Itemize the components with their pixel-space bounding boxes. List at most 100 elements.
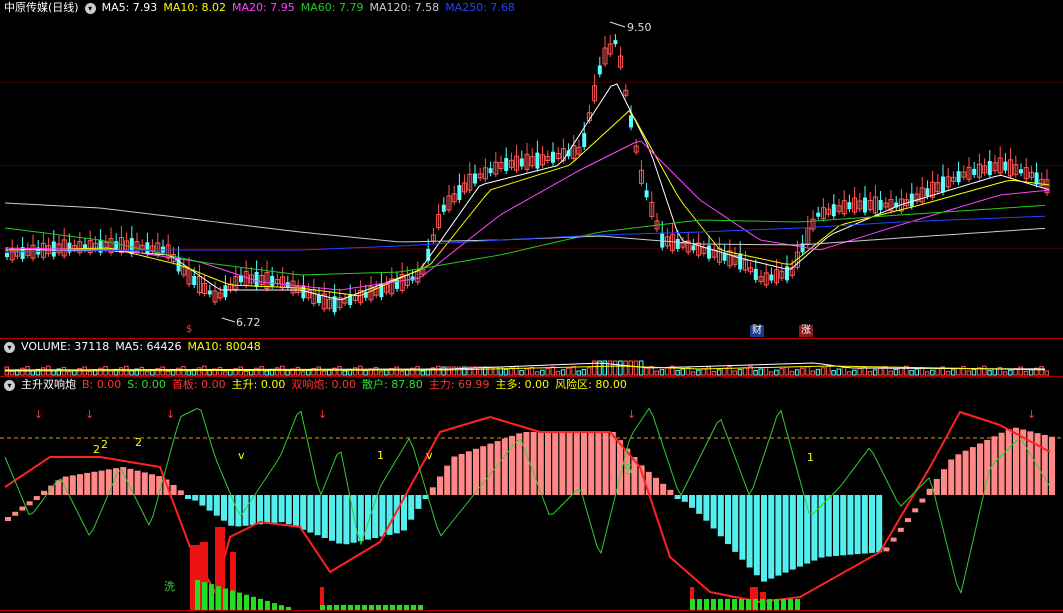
volume-bar <box>961 366 966 376</box>
histogram-bar <box>5 517 11 521</box>
retail-bar <box>725 599 730 610</box>
retail-bar <box>223 588 228 610</box>
volume-bar <box>701 368 706 376</box>
volume-bar <box>982 365 987 376</box>
histogram-bar <box>26 501 33 506</box>
volume-bar <box>893 368 899 376</box>
volume-bar <box>690 371 696 376</box>
retail-bar <box>216 586 221 610</box>
volume-chart[interactable] <box>0 339 1063 376</box>
histogram-bar <box>761 495 767 582</box>
volume-bar <box>836 368 841 376</box>
price-panel[interactable]: 中原传媒(日线) ▾ MA5: 7.93 MA10: 8.02 MA20: 7.95 MA… <box>0 0 1063 338</box>
candle-body <box>644 190 649 198</box>
retail-bar <box>739 599 744 610</box>
candle-body <box>473 173 477 184</box>
volume-bar <box>144 371 150 376</box>
volume-bar <box>789 370 795 376</box>
candle-body <box>660 232 665 248</box>
volume-bar <box>987 370 992 376</box>
volume-bar <box>514 365 519 376</box>
retail-bar <box>767 599 772 610</box>
volume-bar <box>581 368 587 376</box>
retail-bar <box>781 599 786 610</box>
histogram-bar <box>523 432 530 495</box>
candle-body <box>863 197 867 213</box>
candlestick-chart[interactable] <box>0 0 1063 338</box>
histogram-bar <box>869 495 875 553</box>
volume-bar <box>316 366 321 376</box>
volume-bar <box>654 370 659 376</box>
histogram-bar <box>415 495 422 509</box>
volume-bar <box>394 366 399 376</box>
candle-body <box>504 157 509 171</box>
volume-bar <box>555 370 561 376</box>
histogram-bar <box>926 488 933 495</box>
volume-panel[interactable]: ▾ VOLUME: 37118 MA5: 64426 MA10: 80048 <box>0 339 1063 376</box>
volume-bar <box>576 370 581 376</box>
volume-bar <box>1023 370 1029 376</box>
indicator-panel[interactable]: ▾ 主升双响炮 B: 0.00 S: 0.00 首板: 0.00 主升: 0.00 双响炮:… <box>0 377 1063 613</box>
histogram-bar <box>883 547 890 552</box>
candle-body <box>629 115 633 128</box>
volume-bar <box>524 368 529 376</box>
signal-tag-s[interactable]: $ <box>184 324 194 336</box>
histogram-bar <box>249 495 256 526</box>
histogram-bar <box>235 495 242 527</box>
histogram-bar <box>811 495 818 561</box>
volume-bar <box>737 368 743 376</box>
histogram-bar <box>336 495 343 544</box>
histogram-bar <box>357 495 364 542</box>
histogram-bar <box>681 495 688 502</box>
volume-bar <box>768 371 774 376</box>
volume-bar <box>493 366 498 376</box>
histogram-bar <box>739 495 746 560</box>
volume-bar <box>9 370 15 376</box>
volume-bar <box>914 368 919 376</box>
retail-bar <box>209 584 214 610</box>
histogram-bar <box>840 495 847 556</box>
histogram-bar <box>134 470 141 495</box>
histogram-bar <box>206 495 213 511</box>
histogram-bar <box>653 477 659 495</box>
volume-bar <box>399 370 405 376</box>
candle-body <box>192 276 197 286</box>
volume-bar <box>108 370 113 376</box>
limit-up-tag[interactable]: 涨 <box>799 325 813 337</box>
histogram-bar <box>192 495 199 501</box>
volume-bar <box>722 367 727 376</box>
histogram-bar <box>69 475 76 495</box>
down-arrow-icon: ↓ <box>166 408 176 421</box>
histogram-bar <box>465 451 472 495</box>
histogram-bar <box>955 454 962 495</box>
histogram-bar <box>285 495 292 525</box>
candle-body <box>114 241 119 250</box>
candle-body <box>831 204 836 217</box>
histogram-bar <box>854 495 861 555</box>
volume-bar <box>1028 369 1034 376</box>
volume-bar <box>612 360 618 376</box>
histogram-bar <box>876 495 883 553</box>
histogram-bar <box>609 432 616 495</box>
volume-bar <box>815 368 821 376</box>
volume-bar <box>540 369 545 376</box>
finance-tag[interactable]: 财 <box>750 325 764 337</box>
retail-bar <box>690 599 695 610</box>
histogram-bar <box>12 511 19 516</box>
histogram-bar <box>905 518 911 523</box>
volume-bar <box>503 368 509 376</box>
histogram-bar <box>725 495 731 545</box>
histogram-bar <box>818 495 825 558</box>
volume-bar <box>971 368 977 376</box>
histogram-bar <box>782 495 789 573</box>
volume-bar <box>586 367 592 376</box>
indicator-chart[interactable] <box>0 377 1063 613</box>
volume-bar <box>831 370 836 376</box>
ma5-line <box>4 83 1050 301</box>
histogram-bar <box>710 495 717 529</box>
retail-bar <box>774 599 779 610</box>
histogram-bar <box>897 527 904 532</box>
candle-body <box>691 245 696 251</box>
volume-bar <box>337 366 342 376</box>
volume-bar <box>800 367 805 376</box>
